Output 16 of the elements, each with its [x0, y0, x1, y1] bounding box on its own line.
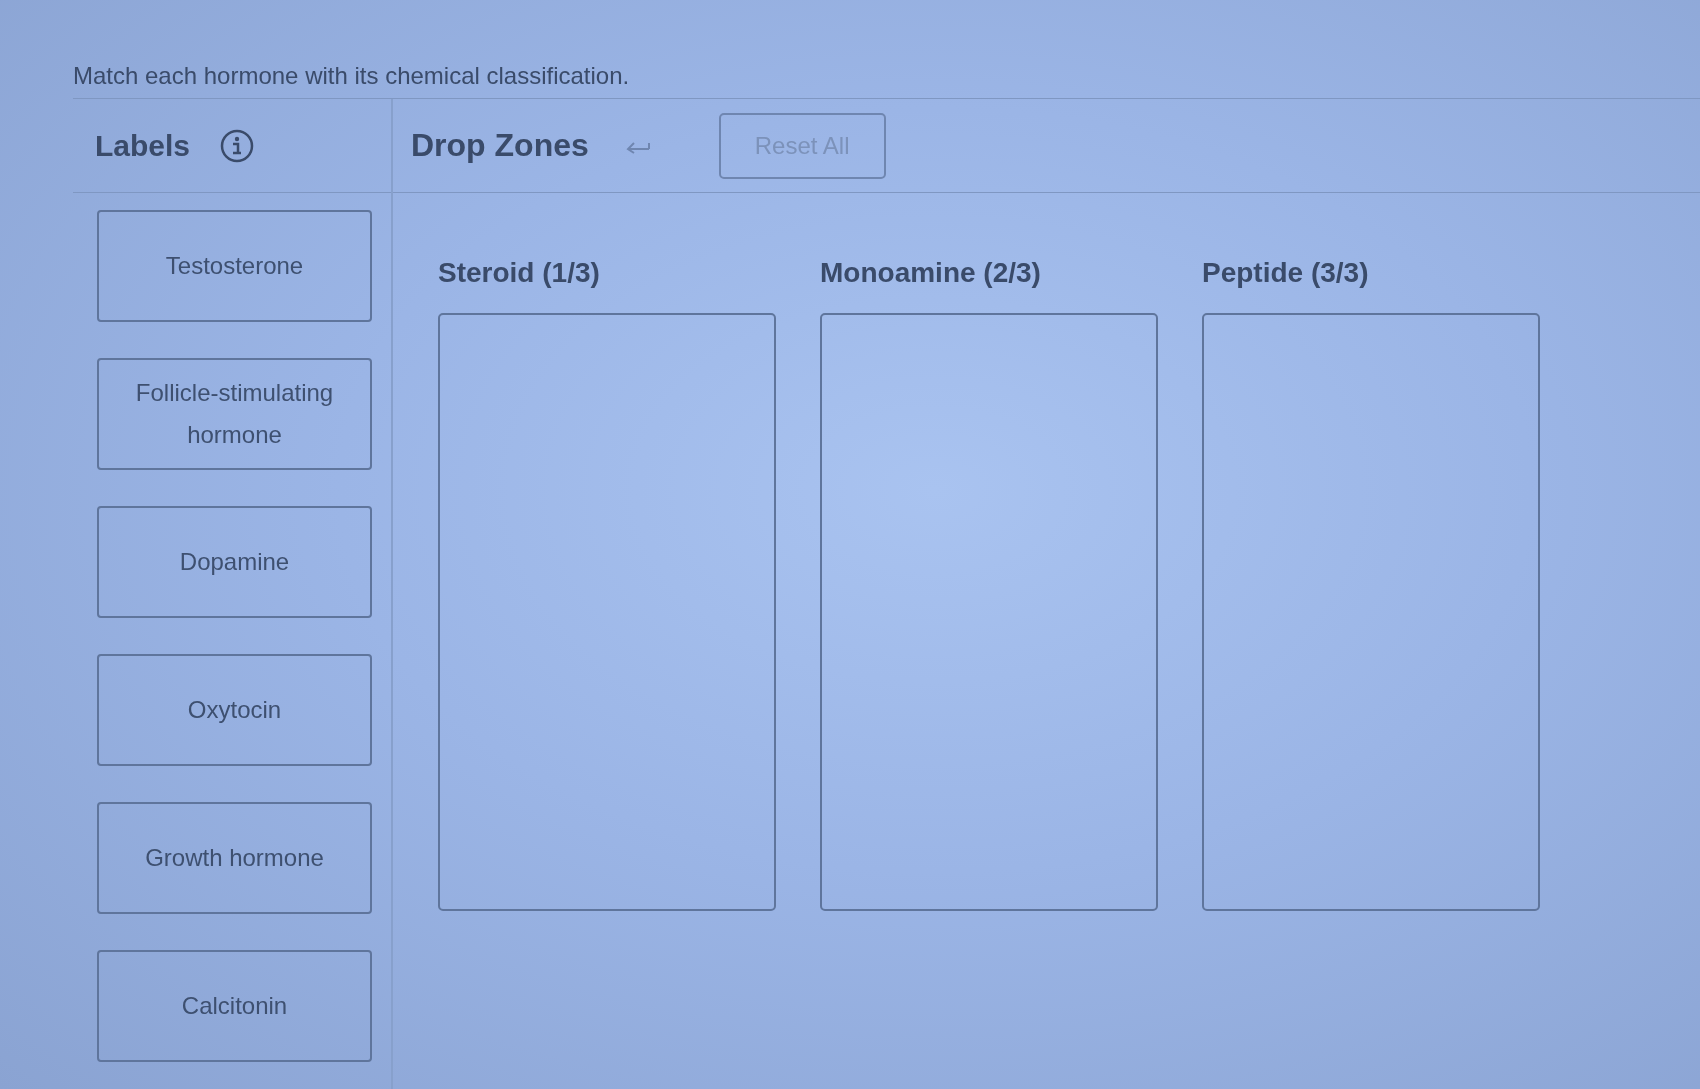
- labels-heading: Labels: [95, 128, 191, 163]
- drop-zone[interactable]: [438, 313, 776, 911]
- draggable-label[interactable]: Calcitonin: [97, 950, 372, 1062]
- draggable-label[interactable]: Dopamine: [97, 506, 372, 618]
- drop-zones-heading: Drop Zones: [411, 127, 589, 164]
- draggable-label[interactable]: Testosterone: [97, 210, 372, 322]
- draggable-label[interactable]: Growth hormone: [97, 802, 372, 914]
- drop-zone-title: Steroid (1/3): [438, 256, 600, 290]
- drop-zone[interactable]: [1202, 313, 1540, 911]
- drop-zone-title: Monoamine (2/3): [820, 256, 1041, 290]
- drop-zone-title: Peptide (3/3): [1202, 256, 1369, 290]
- draggable-label[interactable]: Follicle-stimulating hormone: [97, 358, 372, 470]
- drop-zone[interactable]: [820, 313, 1158, 911]
- draggable-label[interactable]: Oxytocin: [97, 654, 372, 766]
- instruction-text: Match each hormone with its chemical classification.: [73, 61, 630, 91]
- info-icon[interactable]: [220, 128, 255, 163]
